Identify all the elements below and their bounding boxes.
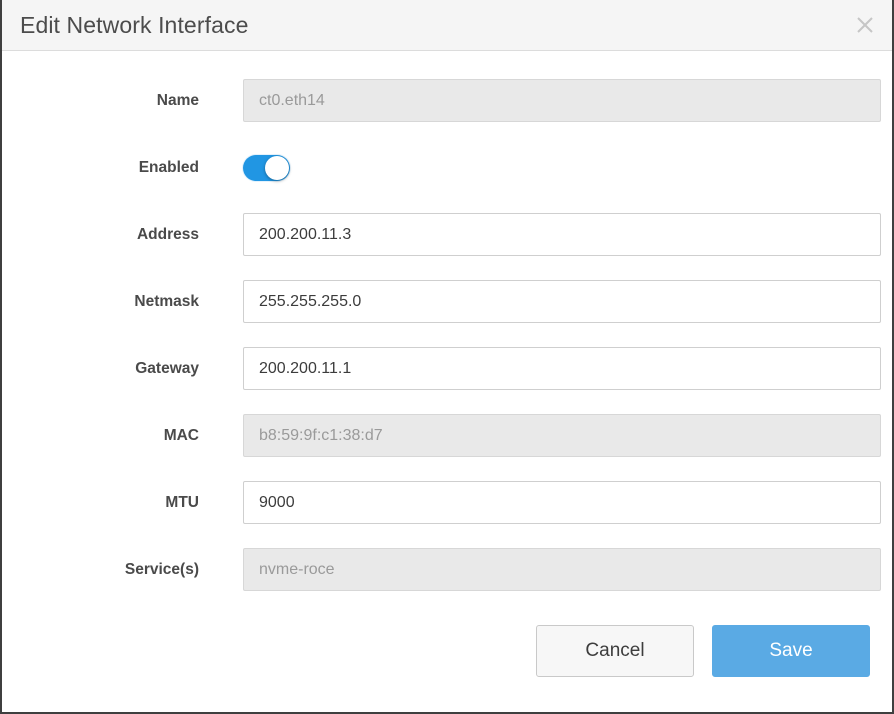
form-row-address: Address — [2, 201, 892, 268]
form-row-gateway: Gateway — [2, 335, 892, 402]
form-row-mac: MAC — [2, 402, 892, 469]
netmask-field-wrap — [199, 280, 892, 323]
mac-input[interactable] — [243, 414, 881, 457]
form-row-name: Name — [2, 67, 892, 134]
address-input[interactable] — [243, 213, 881, 256]
gateway-input[interactable] — [243, 347, 881, 390]
gateway-field-wrap — [199, 347, 892, 390]
name-input[interactable] — [243, 79, 881, 122]
dialog-footer: Cancel Save — [2, 603, 892, 677]
mac-label: MAC — [163, 426, 199, 444]
save-button[interactable]: Save — [712, 625, 870, 677]
netmask-input[interactable] — [243, 280, 881, 323]
address-field-wrap — [199, 213, 892, 256]
netmask-label: Netmask — [134, 292, 199, 310]
form-row-enabled: Enabled — [2, 134, 892, 201]
mtu-input[interactable] — [243, 481, 881, 524]
page-title: Edit Network Interface — [20, 11, 249, 38]
enabled-field-wrap — [199, 154, 892, 181]
dialog-header: Edit Network Interface — [2, 0, 892, 51]
cancel-button[interactable]: Cancel — [536, 625, 694, 677]
close-icon — [854, 14, 876, 36]
name-label: Name — [156, 91, 199, 109]
toggle-knob — [265, 155, 289, 180]
services-label: Service(s) — [124, 560, 199, 578]
edit-network-interface-dialog: Edit Network Interface Name Enabled — [0, 0, 894, 714]
form-row-services: Service(s) — [2, 536, 892, 603]
gateway-label: Gateway — [135, 359, 199, 377]
mtu-label: MTU — [165, 493, 199, 511]
address-label: Address — [136, 225, 199, 243]
enabled-label: Enabled — [138, 158, 199, 176]
enabled-toggle[interactable] — [243, 154, 290, 181]
name-field-wrap — [199, 79, 892, 122]
close-button[interactable] — [850, 10, 880, 40]
services-input[interactable] — [243, 548, 881, 591]
services-field-wrap — [199, 548, 892, 591]
form-row-mtu: MTU — [2, 469, 892, 536]
mac-field-wrap — [199, 414, 892, 457]
form-row-netmask: Netmask — [2, 268, 892, 335]
mtu-field-wrap — [199, 481, 892, 524]
dialog-body: Name Enabled Address Netmask — [2, 51, 892, 603]
